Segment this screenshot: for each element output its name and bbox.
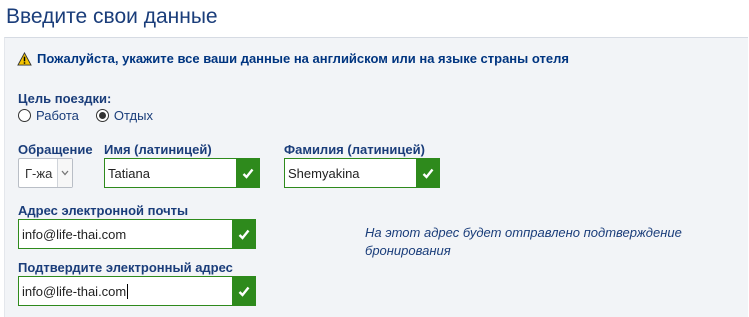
text-caret bbox=[127, 283, 129, 299]
confirm-email-field: info@life-thai.com bbox=[18, 276, 256, 306]
email-label: Адрес электронной почты bbox=[18, 203, 189, 218]
first-name-field: Tatiana bbox=[104, 158, 260, 188]
email-input[interactable]: info@life-thai.com bbox=[18, 219, 232, 249]
last-name-input[interactable]: Shemyakina bbox=[284, 158, 416, 188]
checkmark-icon bbox=[232, 276, 256, 306]
radio-leisure[interactable] bbox=[95, 109, 109, 122]
checkmark-icon bbox=[236, 158, 260, 188]
page-title: Введите свои данные bbox=[6, 5, 218, 28]
confirm-email-input[interactable]: info@life-thai.com bbox=[18, 276, 232, 306]
language-notice: Пожалуйста, укажите все ваши данные на а… bbox=[17, 51, 569, 66]
first-name-input[interactable]: Tatiana bbox=[104, 158, 236, 188]
radio-business-label: Работа bbox=[36, 108, 79, 123]
chevron-down-icon[interactable] bbox=[57, 159, 72, 187]
confirm-email-label: Подтвердите электронный адрес bbox=[18, 260, 233, 275]
trip-purpose-options: Работа Отдых bbox=[18, 108, 170, 123]
notice-text: Пожалуйста, укажите все ваши данные на а… bbox=[37, 51, 569, 66]
email-field: info@life-thai.com bbox=[18, 219, 256, 249]
confirm-email-value: info@life-thai.com bbox=[22, 283, 127, 299]
checkmark-icon bbox=[416, 158, 440, 188]
radio-option-leisure[interactable]: Отдых bbox=[95, 108, 153, 123]
salutation-select[interactable]: Г-жа bbox=[18, 158, 73, 188]
warning-icon bbox=[17, 51, 32, 66]
trip-purpose-label: Цель поездки: bbox=[18, 91, 112, 106]
radio-option-business[interactable]: Работа bbox=[18, 108, 79, 123]
radio-business[interactable] bbox=[18, 109, 31, 122]
salutation-label: Обращение bbox=[18, 142, 93, 157]
radio-selected-dot bbox=[98, 112, 106, 119]
first-name-label: Имя (латиницей) bbox=[104, 142, 212, 157]
last-name-field: Shemyakina bbox=[284, 158, 440, 188]
last-name-label: Фамилия (латиницей) bbox=[284, 142, 425, 157]
email-hint: На этот адрес будет отправлено подтвержд… bbox=[365, 225, 682, 258]
salutation-value: Г-жа bbox=[25, 165, 53, 181]
radio-leisure-label: Отдых bbox=[113, 108, 153, 123]
checkmark-icon bbox=[232, 219, 256, 249]
